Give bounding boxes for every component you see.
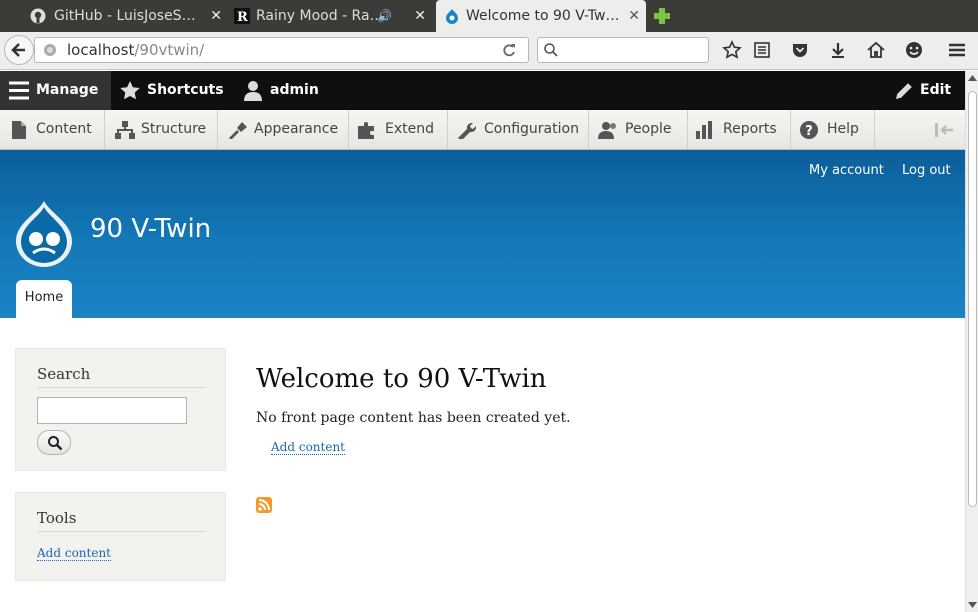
search-block-title: Search bbox=[37, 365, 91, 383]
url-text: localhost/90vtwin/ bbox=[67, 41, 205, 59]
tray-item-structure[interactable]: Structure bbox=[105, 110, 218, 149]
add-content-link[interactable]: Add content bbox=[271, 440, 345, 455]
toolbar-shortcuts-label: Shortcuts bbox=[147, 82, 224, 98]
pencil-icon bbox=[896, 83, 912, 99]
tab-title: Rainy Mood - Rai… bbox=[256, 8, 386, 24]
tray-item-reports[interactable]: Reports bbox=[688, 110, 791, 149]
drupal-logo-icon[interactable] bbox=[14, 199, 74, 267]
divider bbox=[37, 531, 206, 532]
back-button[interactable] bbox=[4, 35, 34, 65]
tray-item-help[interactable]: ? Help bbox=[791, 110, 875, 149]
reading-list-icon[interactable] bbox=[752, 40, 772, 60]
tools-add-content-link[interactable]: Add content bbox=[37, 546, 111, 561]
back-arrow-icon bbox=[11, 43, 25, 57]
structure-icon bbox=[115, 121, 135, 139]
close-icon[interactable]: ✕ bbox=[414, 0, 426, 32]
collapse-tray-icon[interactable] bbox=[933, 122, 955, 138]
search-submit-button[interactable] bbox=[37, 430, 71, 455]
tab-title: Welcome to 90 V-Tw… bbox=[466, 8, 620, 24]
configuration-icon bbox=[458, 122, 476, 139]
toolbar-manage-label: Manage bbox=[36, 82, 99, 98]
close-icon[interactable]: ✕ bbox=[628, 0, 640, 32]
toolbar-shortcuts[interactable]: Shortcuts bbox=[111, 71, 233, 110]
toolbar-edit-label: Edit bbox=[920, 82, 952, 98]
admin-toolbar: Manage Shortcuts admin Edit bbox=[0, 71, 965, 110]
page-title: Welcome to 90 V-Twin bbox=[256, 364, 547, 394]
new-tab-icon[interactable] bbox=[653, 7, 671, 25]
toolbar-user[interactable]: admin bbox=[233, 71, 333, 110]
url-bar[interactable]: localhost/90vtwin/ bbox=[34, 37, 529, 63]
tools-block: Tools Add content bbox=[15, 492, 226, 581]
tray-item-people[interactable]: People bbox=[589, 110, 688, 149]
help-icon: ? bbox=[800, 121, 818, 139]
site-header: My account Log out 90 V-Twin Home bbox=[0, 150, 965, 318]
tray-item-extend[interactable]: Extend bbox=[349, 110, 448, 149]
browser-tab-strip: GitHub - LuisJoseSa… ✕ R Rainy Mood - Ra… bbox=[0, 0, 978, 32]
log-out-link[interactable]: Log out bbox=[902, 163, 951, 178]
search-input[interactable] bbox=[37, 397, 187, 424]
scroll-down-icon[interactable] bbox=[968, 601, 977, 609]
hamburger-icon bbox=[9, 81, 29, 100]
speaker-icon[interactable]: 🔊 bbox=[377, 0, 392, 32]
divider bbox=[37, 387, 206, 388]
home-tab[interactable]: Home bbox=[16, 280, 72, 318]
search-block: Search bbox=[15, 348, 226, 471]
toolbar-user-label: admin bbox=[270, 82, 319, 98]
tray-item-appearance[interactable]: Appearance bbox=[218, 110, 349, 149]
reload-icon[interactable] bbox=[501, 42, 517, 58]
svg-text:R: R bbox=[237, 10, 248, 24]
download-icon[interactable] bbox=[828, 40, 848, 60]
content-icon bbox=[12, 121, 26, 139]
drupal-icon bbox=[446, 9, 458, 24]
appearance-icon bbox=[229, 122, 247, 139]
site-name[interactable]: 90 V-Twin bbox=[90, 214, 211, 244]
tray-item-content[interactable]: Content bbox=[0, 110, 105, 149]
tab-title: GitHub - LuisJoseSa… bbox=[54, 8, 204, 24]
empty-front-page-message: No front page content has been created y… bbox=[256, 410, 571, 426]
browser-search-input[interactable] bbox=[537, 37, 709, 63]
browser-nav-bar: localhost/90vtwin/ bbox=[0, 32, 978, 70]
smiley-icon[interactable] bbox=[904, 40, 924, 60]
admin-toolbar-tray: Content Structure Appearance Extend Conf… bbox=[0, 110, 965, 150]
github-icon bbox=[30, 8, 46, 24]
reports-icon bbox=[696, 121, 712, 139]
hamburger-menu-icon[interactable] bbox=[947, 40, 967, 60]
bookmark-star-icon[interactable] bbox=[722, 40, 742, 60]
browser-tab-rainymood[interactable]: R Rainy Mood - Rai… 🔊 ✕ bbox=[218, 0, 436, 32]
globe-icon bbox=[44, 44, 56, 56]
toolbar-edit[interactable]: Edit bbox=[885, 71, 965, 110]
user-icon bbox=[244, 81, 262, 101]
tray-item-configuration[interactable]: Configuration bbox=[448, 110, 589, 149]
browser-tab-active[interactable]: Welcome to 90 V-Tw… ✕ bbox=[436, 0, 646, 32]
browser-tab-github[interactable]: GitHub - LuisJoseSa… ✕ bbox=[8, 0, 228, 32]
rss-feed-icon[interactable] bbox=[256, 497, 272, 513]
pocket-icon[interactable] bbox=[790, 40, 810, 60]
svg-text:?: ? bbox=[805, 124, 813, 139]
home-icon[interactable] bbox=[866, 40, 886, 60]
scrollbar-thumb[interactable] bbox=[968, 91, 977, 507]
search-icon bbox=[48, 436, 63, 451]
tools-block-title: Tools bbox=[37, 509, 77, 527]
page-scrollbar[interactable] bbox=[965, 71, 978, 612]
extend-icon bbox=[358, 122, 374, 139]
scroll-up-icon[interactable] bbox=[968, 74, 977, 82]
search-icon bbox=[544, 43, 558, 57]
people-icon bbox=[598, 122, 616, 139]
star-icon bbox=[120, 81, 140, 100]
my-account-link[interactable]: My account bbox=[809, 163, 884, 178]
toolbar-manage[interactable]: Manage bbox=[0, 71, 111, 110]
rainymood-icon: R bbox=[234, 8, 250, 24]
